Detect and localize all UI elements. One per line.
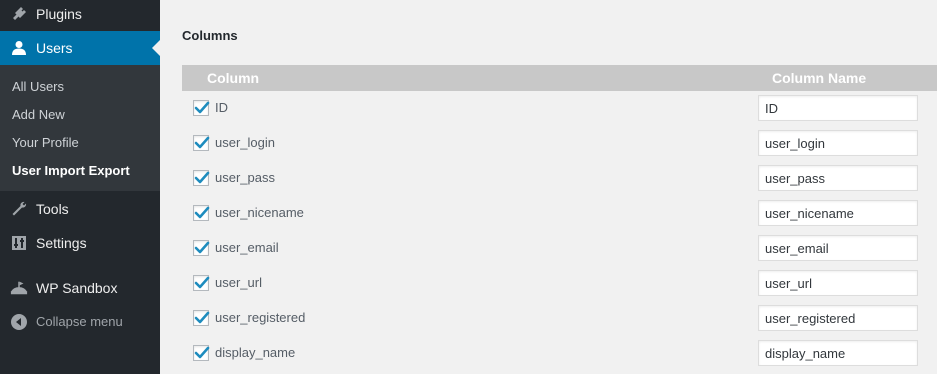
menu-label: Tools bbox=[36, 201, 69, 217]
column-name-input[interactable] bbox=[758, 340, 918, 366]
checkmark-icon bbox=[194, 346, 210, 359]
column-header: Column bbox=[207, 70, 260, 86]
wrench-icon bbox=[10, 200, 28, 218]
submenu-all-users[interactable]: All Users bbox=[12, 78, 64, 96]
column-label[interactable]: user_nicename bbox=[215, 205, 304, 221]
column-name-input[interactable] bbox=[758, 270, 918, 296]
table-row: user_email bbox=[182, 231, 937, 266]
column-checkbox[interactable] bbox=[193, 310, 210, 326]
checkmark-icon bbox=[194, 311, 210, 324]
admin-sidebar: Plugins Users All Users Add New Your Pro… bbox=[0, 0, 160, 374]
sandbox-icon bbox=[10, 279, 28, 297]
menu-label: Collapse menu bbox=[36, 314, 123, 329]
column-label[interactable]: user_email bbox=[215, 240, 279, 256]
column-checkbox[interactable] bbox=[193, 135, 210, 151]
menu-item-plugins[interactable]: Plugins bbox=[0, 0, 160, 31]
column-name-input[interactable] bbox=[758, 200, 918, 226]
column-checkbox[interactable] bbox=[193, 240, 210, 256]
column-name-input[interactable] bbox=[758, 235, 918, 261]
checkmark-icon bbox=[194, 206, 210, 219]
user-icon bbox=[10, 39, 28, 57]
checkmark-icon bbox=[194, 136, 210, 149]
table-row: display_name bbox=[182, 336, 937, 371]
column-label[interactable]: user_url bbox=[215, 275, 262, 291]
collapse-icon bbox=[10, 313, 28, 331]
section-title: Columns bbox=[182, 28, 238, 43]
users-submenu: All Users Add New Your Profile User Impo… bbox=[0, 65, 160, 191]
table-row: user_pass bbox=[182, 161, 937, 196]
menu-label: Plugins bbox=[36, 6, 82, 22]
checkmark-icon bbox=[194, 101, 210, 114]
checkmark-icon bbox=[194, 276, 210, 289]
collapse-menu-button[interactable]: Collapse menu bbox=[0, 305, 160, 339]
menu-item-users[interactable]: Users bbox=[0, 31, 160, 65]
submenu-your-profile[interactable]: Your Profile bbox=[12, 134, 79, 152]
column-name-input[interactable] bbox=[758, 305, 918, 331]
plugin-icon bbox=[10, 5, 28, 23]
column-label[interactable]: user_pass bbox=[215, 170, 275, 186]
sliders-icon bbox=[10, 234, 28, 252]
current-menu-arrow bbox=[152, 40, 160, 56]
table-row: user_registered bbox=[182, 301, 937, 336]
column-name-input[interactable] bbox=[758, 95, 918, 121]
column-checkbox[interactable] bbox=[193, 275, 210, 291]
table-header: Column Column Name bbox=[182, 65, 937, 91]
submenu-add-new[interactable]: Add New bbox=[12, 106, 65, 124]
column-checkbox[interactable] bbox=[193, 100, 210, 116]
menu-label: Settings bbox=[36, 235, 87, 251]
menu-label: WP Sandbox bbox=[36, 280, 118, 296]
column-name-input[interactable] bbox=[758, 165, 918, 191]
menu-item-wp-sandbox[interactable]: WP Sandbox bbox=[0, 271, 160, 305]
menu-label: Users bbox=[36, 40, 73, 56]
table-row: user_login bbox=[182, 126, 937, 161]
column-checkbox[interactable] bbox=[193, 345, 210, 361]
column-name-header: Column Name bbox=[772, 70, 867, 86]
column-label[interactable]: user_registered bbox=[215, 310, 305, 326]
column-checkbox[interactable] bbox=[193, 205, 210, 221]
submenu-user-import-export[interactable]: User Import Export bbox=[12, 162, 130, 180]
column-label[interactable]: user_login bbox=[215, 135, 275, 151]
table-row: user_nicename bbox=[182, 196, 937, 231]
column-checkbox[interactable] bbox=[193, 170, 210, 186]
main-content: Columns Column Column Name ID user_loginu… bbox=[160, 0, 937, 374]
column-label[interactable]: ID bbox=[215, 100, 228, 116]
menu-item-tools[interactable]: Tools bbox=[0, 192, 160, 226]
table-row: ID bbox=[182, 91, 937, 126]
menu-item-settings[interactable]: Settings bbox=[0, 226, 160, 260]
table-row: user_url bbox=[182, 266, 937, 301]
checkmark-icon bbox=[194, 171, 210, 184]
checkmark-icon bbox=[194, 241, 210, 254]
column-label[interactable]: display_name bbox=[215, 345, 295, 361]
column-name-input[interactable] bbox=[758, 130, 918, 156]
